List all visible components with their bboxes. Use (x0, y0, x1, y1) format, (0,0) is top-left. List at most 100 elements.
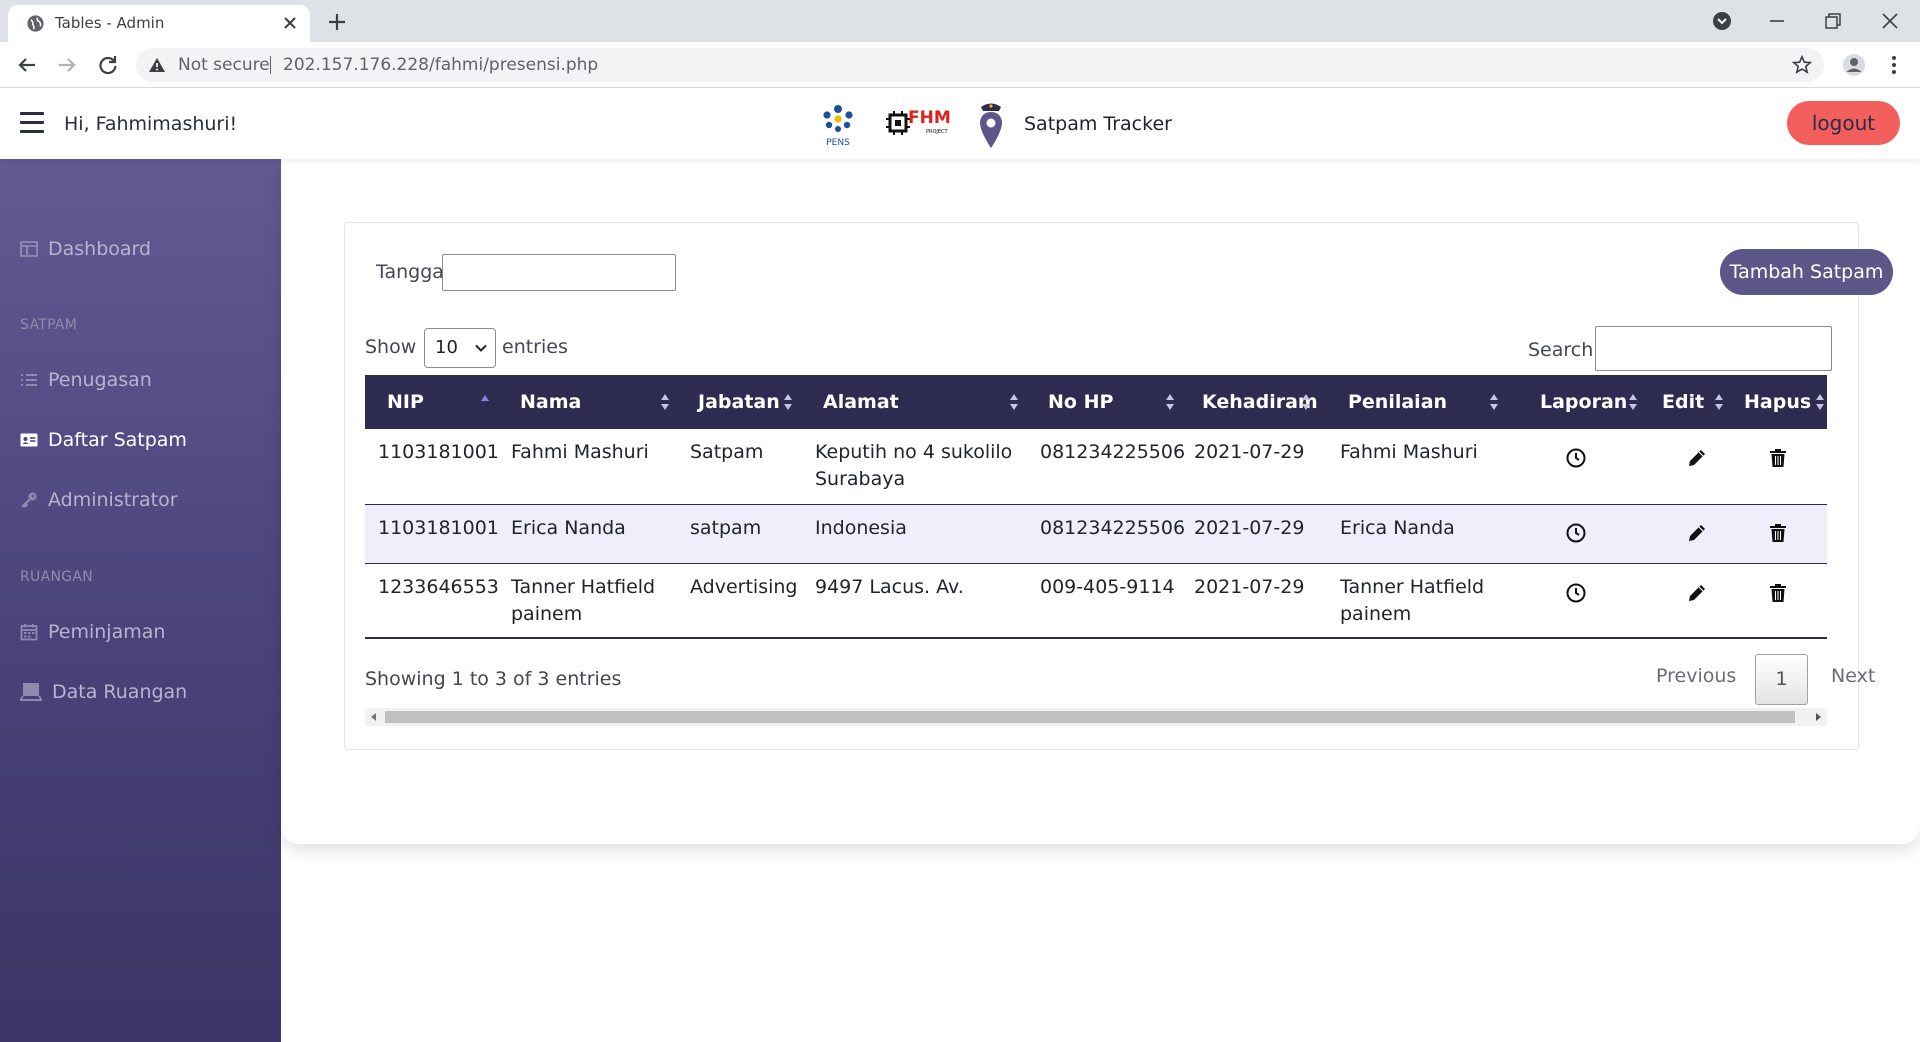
page-background (281, 844, 1920, 1042)
brand-name: Satpam Tracker (1024, 113, 1172, 135)
sidebar-item-dashboard[interactable]: Dashboard (20, 234, 151, 264)
pencil-icon[interactable] (1686, 582, 1708, 604)
scroll-left-icon[interactable] (369, 712, 379, 722)
close-tab-icon[interactable] (280, 13, 300, 33)
cell-nip: 1103181001 (378, 441, 499, 463)
profile-avatar-icon[interactable] (1841, 52, 1867, 78)
sort-icon[interactable] (1165, 392, 1175, 412)
address-bar[interactable]: Not secure 202.157.176.228/fahmi/presens… (136, 48, 1824, 82)
entries-label: entries (502, 336, 568, 358)
sort-icon[interactable] (783, 392, 793, 412)
scrollbar-thumb[interactable] (385, 711, 1795, 723)
sidebar-item-administrator[interactable]: Administrator (20, 485, 178, 515)
address-separator (270, 56, 271, 74)
globe-icon (27, 15, 44, 32)
key-icon (21, 492, 37, 508)
app-header: Hi, Fahmimashuri! PENS FHM PROJECT Satpa… (0, 89, 1920, 159)
hamburger-menu-icon[interactable] (20, 112, 44, 134)
sort-ascending-icon[interactable] (480, 392, 490, 412)
cell-nama: Tanner Hatfield painem (511, 576, 656, 625)
cell-nip: 1233646553 (378, 576, 499, 598)
fhm-project-logo: FHM PROJECT (886, 108, 951, 135)
clock-icon[interactable] (1565, 522, 1587, 544)
pagination-page-1[interactable]: 1 (1755, 654, 1808, 705)
trash-icon[interactable] (1767, 447, 1789, 469)
clock-icon[interactable] (1565, 582, 1587, 604)
scroll-right-icon[interactable] (1813, 712, 1823, 722)
sort-icon[interactable] (660, 392, 670, 412)
column-header-edit[interactable]: Edit (1662, 375, 1704, 429)
greeting-text: Hi, Fahmimashuri! (64, 113, 238, 135)
browser-menu-icon[interactable] (1881, 52, 1907, 78)
column-header-penilaian[interactable]: Penilaian (1348, 375, 1447, 429)
cell-alamat: Indonesia (815, 517, 907, 539)
entries-per-page-value: 10 (435, 337, 458, 358)
sort-icon[interactable] (1815, 392, 1825, 412)
pencil-icon[interactable] (1686, 522, 1708, 544)
tab-title: Tables - Admin (55, 14, 165, 32)
reload-icon[interactable] (95, 52, 121, 78)
pens-logo-text: PENS (826, 138, 850, 147)
bookmark-star-icon[interactable] (1792, 55, 1812, 75)
sidebar-heading-ruangan: RUANGAN (20, 569, 94, 585)
cell-penilaian: Tanner Hatfield painem (1340, 576, 1485, 625)
browser-tab[interactable]: Tables - Admin (8, 5, 310, 42)
fhm-logo-subtext: PROJECT (926, 129, 949, 135)
sidebar-item-label: Data Ruangan (52, 681, 188, 703)
column-header-hapus[interactable]: Hapus (1744, 375, 1811, 429)
tab-search-icon[interactable] (1709, 8, 1735, 34)
cell-no-hp: 081234225506 (1040, 441, 1186, 463)
restore-icon[interactable] (1820, 8, 1846, 34)
tanggal-input[interactable] (442, 254, 676, 291)
sort-icon[interactable] (1628, 392, 1638, 412)
sort-icon[interactable] (1714, 392, 1724, 412)
sort-icon[interactable] (1009, 392, 1019, 412)
sidebar-item-data-ruangan[interactable]: Data Ruangan (20, 677, 187, 707)
sidebar-item-peminjaman[interactable]: Peminjaman (20, 617, 165, 647)
entries-per-page-select[interactable]: 10 (424, 328, 496, 368)
close-window-icon[interactable] (1877, 8, 1903, 34)
warning-icon[interactable] (148, 56, 166, 74)
column-header-no-hp[interactable]: No HP (1048, 375, 1113, 429)
back-arrow-icon[interactable] (14, 52, 40, 78)
table-header: NIP Nama Jabatan Alamat No HP Kehadiram (365, 375, 1827, 429)
pagination-previous[interactable]: Previous (1656, 665, 1736, 687)
forward-arrow-icon[interactable] (54, 52, 80, 78)
cell-nip: 1103181001 (378, 517, 499, 539)
id-card-icon (20, 433, 38, 447)
cell-alamat: Keputih no 4 sukolilo Surabaya (815, 441, 1013, 490)
sidebar-item-penugasan[interactable]: Penugasan (20, 365, 152, 395)
horizontal-scrollbar[interactable] (365, 708, 1827, 726)
pagination-next[interactable]: Next (1831, 665, 1875, 687)
new-tab-icon[interactable] (325, 10, 349, 34)
column-header-nip[interactable]: NIP (387, 375, 424, 429)
sidebar-item-label: Peminjaman (48, 621, 166, 643)
dashboard-icon (20, 241, 38, 257)
tambah-satpam-button[interactable]: Tambah Satpam (1720, 249, 1893, 295)
list-icon (21, 374, 37, 386)
sidebar-heading-satpam: SATPAM (20, 317, 78, 333)
clock-icon[interactable] (1565, 447, 1587, 469)
cell-penilaian: Erica Nanda (1340, 517, 1455, 539)
column-header-nama[interactable]: Nama (520, 375, 581, 429)
sidebar: Dashboard SATPAM Penugasan Daftar Satpam… (0, 159, 281, 1042)
address-url[interactable]: 202.157.176.228/fahmi/presensi.php (283, 48, 598, 82)
minimize-icon[interactable] (1764, 8, 1790, 34)
column-header-laporan[interactable]: Laporan (1540, 375, 1627, 429)
cell-jabatan: satpam (690, 517, 762, 539)
search-input[interactable] (1595, 326, 1832, 371)
trash-icon[interactable] (1767, 582, 1789, 604)
sort-icon[interactable] (1301, 392, 1311, 412)
pencil-icon[interactable] (1686, 447, 1708, 469)
column-header-jabatan[interactable]: Jabatan (698, 375, 780, 429)
calendar-icon (20, 624, 38, 641)
sort-icon[interactable] (1489, 392, 1499, 412)
room-icon (20, 683, 42, 701)
table-info: Showing 1 to 3 of 3 entries (365, 668, 622, 690)
trash-icon[interactable] (1767, 522, 1789, 544)
column-header-alamat[interactable]: Alamat (823, 375, 899, 429)
sidebar-item-label: Administrator (48, 489, 178, 511)
logout-button[interactable]: logout (1787, 101, 1900, 145)
sidebar-item-daftar-satpam[interactable]: Daftar Satpam (20, 425, 187, 455)
satpam-table-card: Tanggal: Tambah Satpam Show 10 entries S… (344, 222, 1893, 750)
